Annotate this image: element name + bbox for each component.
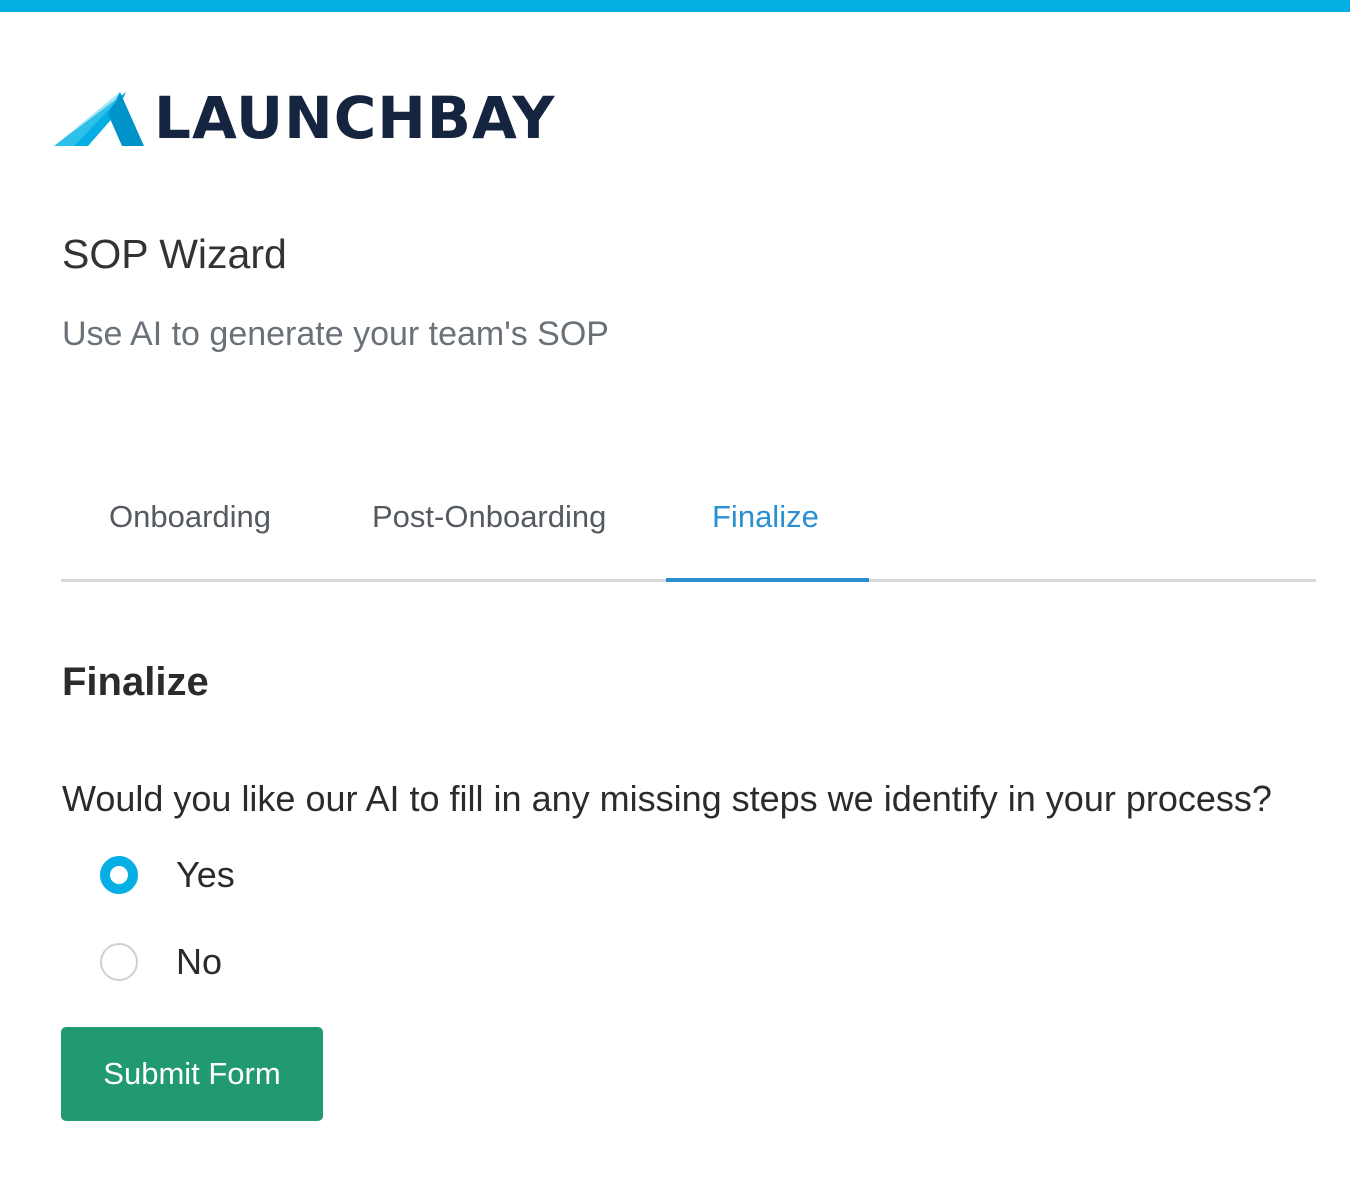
question-label: Would you like our AI to fill in any mis… [62, 778, 1272, 819]
option-yes[interactable]: Yes [100, 855, 235, 895]
submit-form-button[interactable]: Submit Form [61, 1027, 323, 1121]
page-title: SOP Wizard [62, 231, 287, 277]
option-no[interactable]: No [100, 942, 222, 982]
tab-finalize[interactable]: Finalize [712, 484, 819, 550]
launchbay-logo[interactable]: LAUNCHBAY [54, 88, 555, 148]
launchbay-mountain-icon [54, 92, 144, 146]
wizard-tabs: Onboarding Post-Onboarding Finalize [61, 484, 1316, 584]
section-title: Finalize [62, 660, 209, 704]
page-subtitle: Use AI to generate your team's SOP [62, 315, 609, 353]
radio-no[interactable] [100, 943, 138, 981]
tab-post-onboarding[interactable]: Post-Onboarding [372, 484, 606, 550]
option-yes-label: Yes [176, 854, 235, 895]
top-accent-bar [0, 0, 1350, 12]
radio-yes[interactable] [100, 856, 138, 894]
active-tab-indicator [666, 578, 869, 582]
option-no-label: No [176, 941, 223, 982]
logo-wordmark: LAUNCHBAY [154, 84, 556, 152]
tab-onboarding[interactable]: Onboarding [109, 484, 271, 550]
